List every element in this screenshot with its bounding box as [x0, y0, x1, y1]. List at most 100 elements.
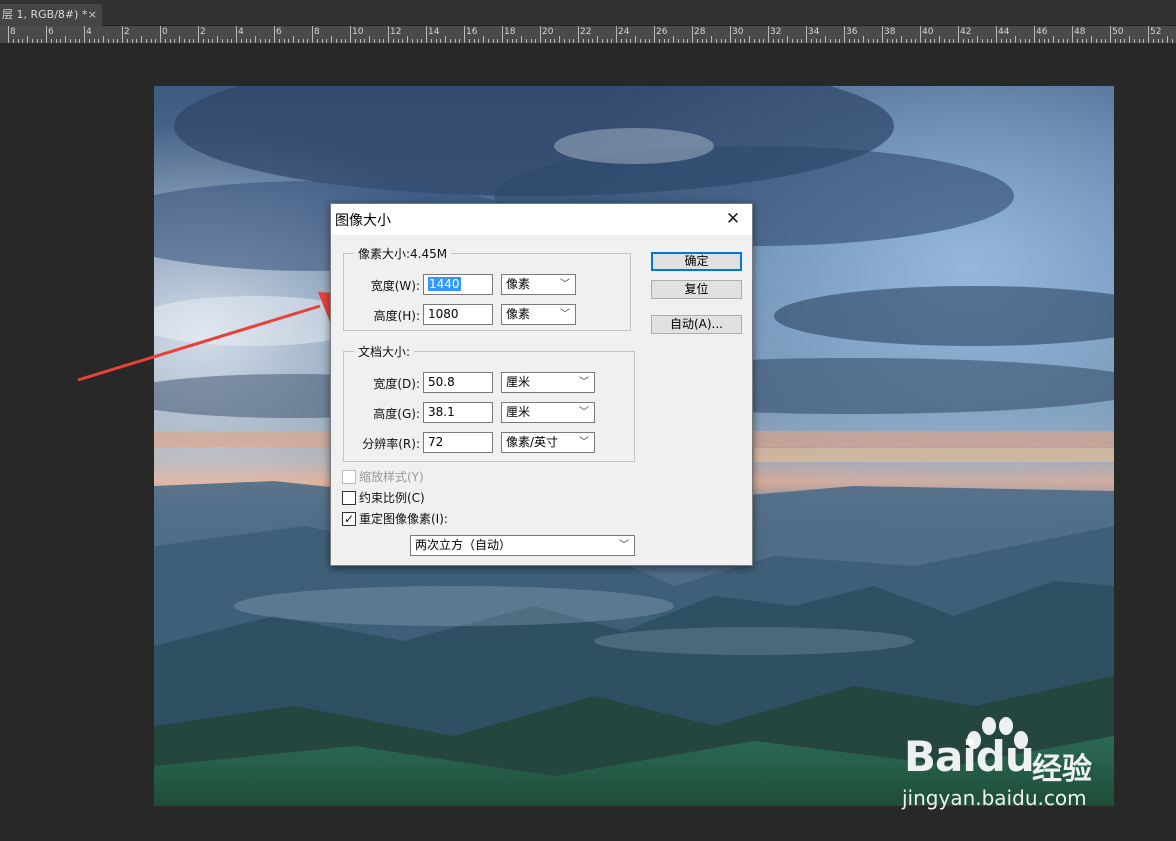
ruler-minor-tick — [1171, 39, 1173, 43]
ruler-minor-tick — [815, 39, 817, 43]
horizontal-ruler[interactable]: 8 6 4 2 0 2 4 6 8 10 12 14 16 18 20 22 24 26 28 30 32 34 36 38 4… — [0, 26, 1176, 44]
ruler-minor-tick — [288, 39, 290, 43]
ruler-minor-tick — [473, 39, 475, 43]
ruler-minor-tick — [1114, 39, 1116, 43]
document-tab-label: 层 1, RGB/8#) * — [2, 8, 88, 21]
ruler-minor-tick — [293, 36, 294, 43]
pixel-width-input[interactable]: 1440 — [423, 274, 493, 295]
ruler-label: 46 — [1036, 27, 1048, 37]
auto-button[interactable]: 自动(A)... — [651, 315, 742, 334]
ruler-minor-tick — [573, 39, 575, 43]
pixel-width-label: 宽度(W): — [370, 279, 420, 293]
resolution-input[interactable]: 72 — [423, 432, 493, 453]
ruler-minor-tick — [891, 39, 893, 43]
pixel-width-value: 1440 — [428, 277, 461, 291]
ruler-minor-tick — [611, 39, 613, 43]
ruler-minor-tick — [796, 39, 798, 43]
ruler-minor-tick — [449, 39, 451, 43]
pixel-height-input[interactable]: 1080 — [423, 304, 493, 325]
ruler-minor-tick — [511, 39, 513, 43]
resample-image-checkbox[interactable]: ✓ 重定图像像素(I): — [342, 511, 448, 528]
ruler-major-tick — [806, 26, 807, 43]
doc-height-unit-select[interactable]: 厘米 ﹀ — [501, 402, 595, 423]
ruler-minor-tick — [373, 39, 375, 43]
ruler-minor-tick — [112, 39, 114, 43]
ruler-label: 2 — [200, 27, 206, 37]
ruler-minor-tick — [383, 39, 385, 43]
ruler-minor-tick — [378, 39, 380, 43]
ruler-minor-tick — [582, 39, 584, 43]
ruler-minor-tick — [559, 36, 560, 43]
resolution-label: 分辨率(R): — [362, 437, 420, 451]
ruler-minor-tick — [858, 39, 860, 43]
ruler-major-tick — [654, 26, 655, 43]
ruler-minor-tick — [27, 36, 28, 43]
ruler-label: 52 — [1150, 27, 1162, 37]
resample-image-label: 重定图像像素(I): — [359, 512, 448, 526]
ruler-minor-tick — [259, 39, 261, 43]
ruler-label: 18 — [504, 27, 516, 37]
ruler-major-tick — [426, 26, 427, 43]
ruler-minor-tick — [1157, 39, 1159, 43]
ruler-minor-tick — [12, 39, 14, 43]
ruler-minor-tick — [1167, 36, 1168, 43]
ruler-major-tick — [578, 26, 579, 43]
doc-width-input[interactable]: 50.8 — [423, 372, 493, 393]
ruler-minor-tick — [492, 39, 494, 43]
resolution-unit-select[interactable]: 像素/英寸 ﹀ — [501, 432, 595, 453]
ruler-minor-tick — [1152, 39, 1154, 43]
document-tab[interactable]: 层 1, RGB/8#) * × — [0, 4, 102, 26]
ruler-major-tick — [692, 26, 693, 43]
ruler-minor-tick — [639, 39, 641, 43]
ruler-minor-tick — [117, 39, 119, 43]
ruler-label: 50 — [1112, 27, 1124, 37]
ok-button[interactable]: 确定 — [651, 252, 742, 271]
ruler-label: 34 — [808, 27, 820, 37]
tab-close-icon[interactable]: × — [88, 4, 97, 26]
doc-height-input[interactable]: 38.1 — [423, 402, 493, 423]
ruler-minor-tick — [331, 36, 332, 43]
ruler-major-tick — [616, 26, 617, 43]
ruler-label: 36 — [846, 27, 858, 37]
reset-button[interactable]: 复位 — [651, 280, 742, 299]
pixel-width-unit-select[interactable]: 像素 ﹀ — [501, 274, 576, 295]
pixel-height-unit-select[interactable]: 像素 ﹀ — [501, 304, 576, 325]
ruler-minor-tick — [60, 39, 62, 43]
ruler-major-tick — [730, 26, 731, 43]
close-icon[interactable]: ✕ — [722, 208, 744, 230]
ruler-minor-tick — [867, 39, 869, 43]
ruler-minor-tick — [421, 39, 423, 43]
ruler-minor-tick — [981, 39, 983, 43]
ruler-minor-tick — [1091, 36, 1092, 43]
ruler-major-tick — [1034, 26, 1035, 43]
ruler-minor-tick — [79, 39, 81, 43]
ruler-minor-tick — [1043, 39, 1045, 43]
pixel-width-unit: 像素 — [506, 277, 531, 291]
scale-styles-checkbox[interactable]: 缩放样式(Y) — [342, 469, 424, 486]
ruler-minor-tick — [820, 39, 822, 43]
constrain-proportions-checkbox[interactable]: 约束比例(C) — [342, 490, 425, 507]
ruler-minor-tick — [986, 39, 988, 43]
ruler-minor-tick — [749, 36, 750, 43]
chevron-down-icon: ﹀ — [560, 279, 570, 290]
ruler-minor-tick — [240, 39, 242, 43]
ruler-minor-tick — [183, 39, 185, 43]
ruler-major-tick — [198, 26, 199, 43]
dialog-titlebar[interactable]: 图像大小 ✕ — [331, 204, 752, 235]
pixel-height-unit: 像素 — [506, 307, 531, 321]
ruler-minor-tick — [50, 39, 52, 43]
doc-width-unit-select[interactable]: 厘米 ﹀ — [501, 372, 595, 393]
ruler-minor-tick — [188, 39, 190, 43]
ruler-minor-tick — [31, 39, 33, 43]
ruler-minor-tick — [972, 39, 974, 43]
ruler-minor-tick — [839, 39, 841, 43]
ruler-minor-tick — [107, 39, 109, 43]
ruler-minor-tick — [326, 39, 328, 43]
ruler-minor-tick — [1062, 39, 1064, 43]
ruler-minor-tick — [497, 39, 499, 43]
ruler-minor-tick — [397, 39, 399, 43]
ruler-minor-tick — [435, 39, 437, 43]
ruler-minor-tick — [625, 39, 627, 43]
ruler-minor-tick — [592, 39, 594, 43]
resample-method-select[interactable]: 两次立方（自动） ﹀ — [410, 535, 635, 556]
